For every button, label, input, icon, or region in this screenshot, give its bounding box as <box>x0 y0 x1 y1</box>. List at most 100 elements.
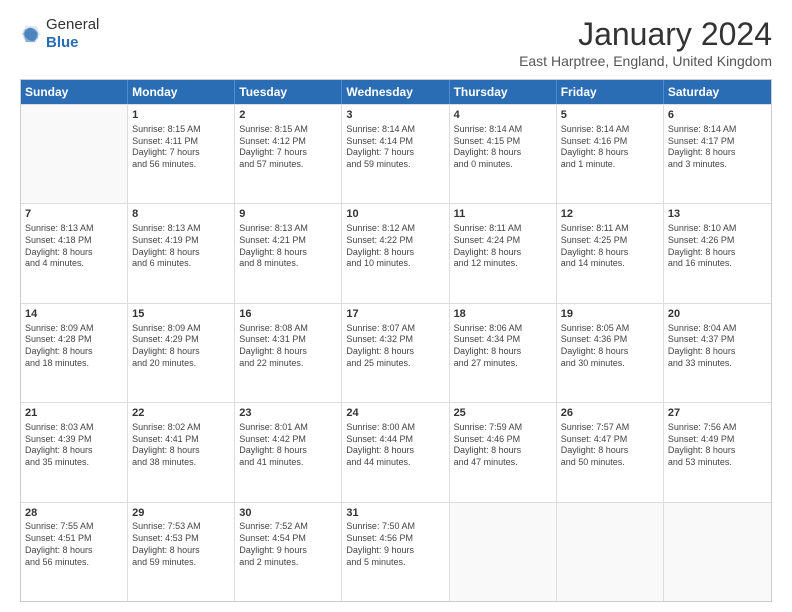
cell-line: Sunrise: 8:10 AM <box>668 223 767 235</box>
day-number: 27 <box>668 406 767 421</box>
cell-line: Daylight: 9 hours <box>239 545 337 557</box>
cell-line: Daylight: 7 hours <box>346 147 444 159</box>
cell-line: Sunrise: 8:12 AM <box>346 223 444 235</box>
calendar-cell-r0-c3: 3Sunrise: 8:14 AMSunset: 4:14 PMDaylight… <box>342 105 449 203</box>
cell-line: and 22 minutes. <box>239 358 337 370</box>
calendar-cell-r4-c5 <box>557 503 664 601</box>
cell-line: Sunrise: 8:13 AM <box>239 223 337 235</box>
day-number: 14 <box>25 307 123 322</box>
cell-line: Sunset: 4:18 PM <box>25 235 123 247</box>
cell-line: Sunrise: 7:50 AM <box>346 521 444 533</box>
cell-line: Daylight: 8 hours <box>132 545 230 557</box>
calendar-cell-r1-c5: 12Sunrise: 8:11 AMSunset: 4:25 PMDayligh… <box>557 204 664 302</box>
cell-line: Sunset: 4:11 PM <box>132 136 230 148</box>
day-number: 18 <box>454 307 552 322</box>
cell-line: and 0 minutes. <box>454 159 552 171</box>
day-number: 25 <box>454 406 552 421</box>
calendar: Sunday Monday Tuesday Wednesday Thursday… <box>20 79 772 602</box>
calendar-cell-r3-c4: 25Sunrise: 7:59 AMSunset: 4:46 PMDayligh… <box>450 403 557 501</box>
logo: General Blue <box>20 16 99 52</box>
cell-line: and 56 minutes. <box>25 557 123 569</box>
cell-line: Sunrise: 8:06 AM <box>454 323 552 335</box>
cell-line: Sunrise: 8:05 AM <box>561 323 659 335</box>
cell-line: and 1 minute. <box>561 159 659 171</box>
cell-line: Daylight: 8 hours <box>132 247 230 259</box>
day-number: 11 <box>454 207 552 222</box>
calendar-header: Sunday Monday Tuesday Wednesday Thursday… <box>21 80 771 104</box>
cell-line: Daylight: 8 hours <box>561 346 659 358</box>
cell-line: Sunset: 4:53 PM <box>132 533 230 545</box>
calendar-cell-r3-c2: 23Sunrise: 8:01 AMSunset: 4:42 PMDayligh… <box>235 403 342 501</box>
cell-line: and 38 minutes. <box>132 457 230 469</box>
calendar-cell-r2-c4: 18Sunrise: 8:06 AMSunset: 4:34 PMDayligh… <box>450 304 557 402</box>
calendar-body: 1Sunrise: 8:15 AMSunset: 4:11 PMDaylight… <box>21 104 771 601</box>
cell-line: Sunset: 4:28 PM <box>25 334 123 346</box>
cell-line: and 3 minutes. <box>668 159 767 171</box>
cell-line: Sunset: 4:25 PM <box>561 235 659 247</box>
logo-text: General Blue <box>46 16 99 52</box>
cell-line: Sunset: 4:24 PM <box>454 235 552 247</box>
calendar-location: East Harptree, England, United Kingdom <box>519 53 772 69</box>
day-number: 16 <box>239 307 337 322</box>
cell-line: Sunrise: 8:13 AM <box>132 223 230 235</box>
cell-line: and 57 minutes. <box>239 159 337 171</box>
logo-blue: Blue <box>46 34 79 51</box>
cell-line: Daylight: 8 hours <box>561 147 659 159</box>
calendar-cell-r3-c0: 21Sunrise: 8:03 AMSunset: 4:39 PMDayligh… <box>21 403 128 501</box>
cell-line: Sunset: 4:29 PM <box>132 334 230 346</box>
page: General Blue January 2024 East Harptree,… <box>0 0 792 612</box>
cell-line: and 50 minutes. <box>561 457 659 469</box>
calendar-cell-r2-c1: 15Sunrise: 8:09 AMSunset: 4:29 PMDayligh… <box>128 304 235 402</box>
cell-line: Daylight: 8 hours <box>346 247 444 259</box>
calendar-cell-r4-c4 <box>450 503 557 601</box>
cell-line: and 27 minutes. <box>454 358 552 370</box>
cell-line: Sunset: 4:36 PM <box>561 334 659 346</box>
cell-line: Sunset: 4:47 PM <box>561 434 659 446</box>
calendar-cell-r1-c1: 8Sunrise: 8:13 AMSunset: 4:19 PMDaylight… <box>128 204 235 302</box>
calendar-row-1: 7Sunrise: 8:13 AMSunset: 4:18 PMDaylight… <box>21 203 771 302</box>
day-number: 13 <box>668 207 767 222</box>
cell-line: Daylight: 7 hours <box>132 147 230 159</box>
cell-line: Sunset: 4:37 PM <box>668 334 767 346</box>
day-number: 22 <box>132 406 230 421</box>
cell-line: Sunrise: 8:15 AM <box>239 124 337 136</box>
cell-line: and 59 minutes. <box>346 159 444 171</box>
cell-line: Sunrise: 7:57 AM <box>561 422 659 434</box>
day-number: 26 <box>561 406 659 421</box>
cell-line: Daylight: 8 hours <box>454 346 552 358</box>
calendar-cell-r4-c0: 28Sunrise: 7:55 AMSunset: 4:51 PMDayligh… <box>21 503 128 601</box>
header-sunday: Sunday <box>21 80 128 104</box>
cell-line: Daylight: 8 hours <box>454 445 552 457</box>
calendar-row-2: 14Sunrise: 8:09 AMSunset: 4:28 PMDayligh… <box>21 303 771 402</box>
day-number: 8 <box>132 207 230 222</box>
cell-line: Sunrise: 8:07 AM <box>346 323 444 335</box>
day-number: 6 <box>668 108 767 123</box>
cell-line: Daylight: 8 hours <box>346 346 444 358</box>
cell-line: and 35 minutes. <box>25 457 123 469</box>
calendar-cell-r0-c2: 2Sunrise: 8:15 AMSunset: 4:12 PMDaylight… <box>235 105 342 203</box>
day-number: 21 <box>25 406 123 421</box>
cell-line: Sunrise: 8:15 AM <box>132 124 230 136</box>
day-number: 10 <box>346 207 444 222</box>
day-number: 12 <box>561 207 659 222</box>
cell-line: Sunset: 4:17 PM <box>668 136 767 148</box>
cell-line: Daylight: 8 hours <box>561 445 659 457</box>
calendar-row-4: 28Sunrise: 7:55 AMSunset: 4:51 PMDayligh… <box>21 502 771 601</box>
cell-line: Sunrise: 8:11 AM <box>454 223 552 235</box>
cell-line: Sunset: 4:19 PM <box>132 235 230 247</box>
cell-line: and 56 minutes. <box>132 159 230 171</box>
cell-line: Daylight: 8 hours <box>561 247 659 259</box>
cell-line: and 25 minutes. <box>346 358 444 370</box>
cell-line: Daylight: 8 hours <box>668 247 767 259</box>
calendar-cell-r3-c5: 26Sunrise: 7:57 AMSunset: 4:47 PMDayligh… <box>557 403 664 501</box>
cell-line: Daylight: 8 hours <box>346 445 444 457</box>
cell-line: Daylight: 8 hours <box>668 147 767 159</box>
cell-line: Daylight: 8 hours <box>25 445 123 457</box>
cell-line: Sunrise: 8:11 AM <box>561 223 659 235</box>
cell-line: Sunset: 4:21 PM <box>239 235 337 247</box>
cell-line: Sunrise: 8:13 AM <box>25 223 123 235</box>
cell-line: Daylight: 8 hours <box>25 545 123 557</box>
calendar-cell-r3-c6: 27Sunrise: 7:56 AMSunset: 4:49 PMDayligh… <box>664 403 771 501</box>
cell-line: Sunrise: 7:52 AM <box>239 521 337 533</box>
cell-line: and 53 minutes. <box>668 457 767 469</box>
